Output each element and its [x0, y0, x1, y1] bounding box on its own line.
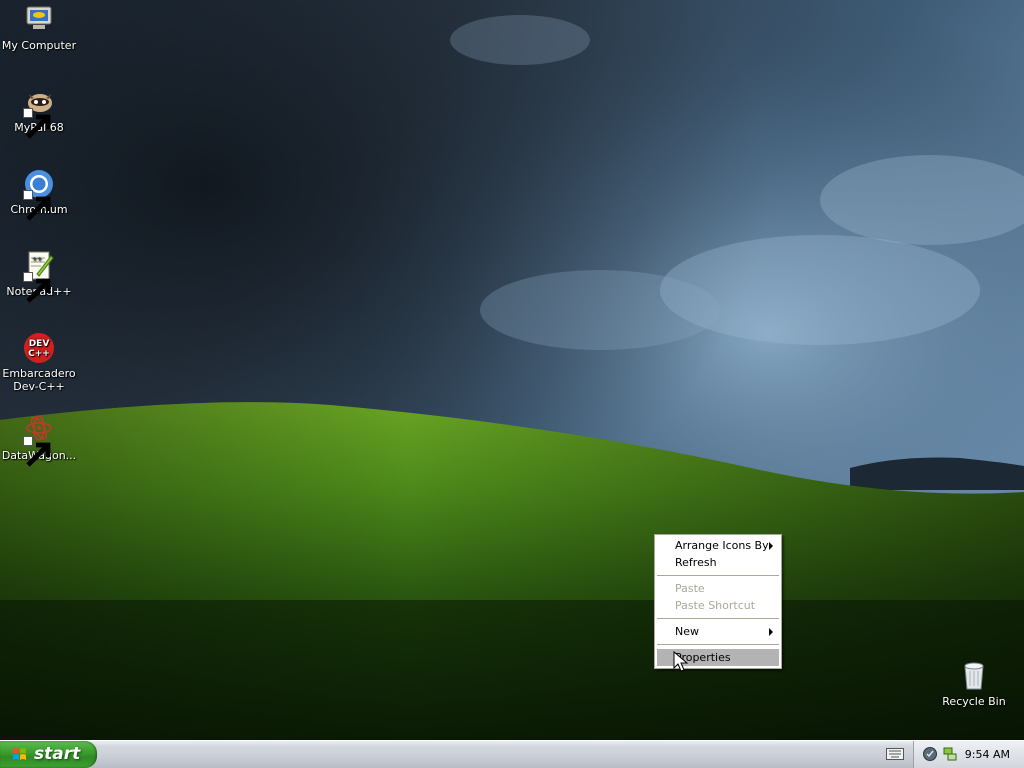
- svg-text:DEV: DEV: [29, 339, 50, 349]
- shortcut-arrow-icon: [23, 190, 51, 221]
- taskbar: start 9:54 AM: [0, 740, 1024, 768]
- chromium-icon: [23, 168, 55, 221]
- menu-separator: [657, 618, 779, 619]
- desktop-icon-label: My Computer: [1, 39, 77, 52]
- mouse-cursor-icon: [673, 650, 689, 672]
- keyboard-icon[interactable]: [886, 748, 904, 760]
- devcpp-icon: DEV C++: [23, 332, 55, 364]
- system-tray: 9:54 AM: [913, 741, 1024, 768]
- network-icon[interactable]: [942, 746, 958, 762]
- menu-item-paste-shortcut[interactable]: Paste Shortcut: [657, 597, 779, 614]
- start-label: start: [34, 744, 81, 764]
- menu-item-label: Paste Shortcut: [675, 599, 756, 612]
- desktop-icon-chromium[interactable]: Chromium: [0, 168, 78, 221]
- submenu-arrow-icon: [769, 542, 773, 550]
- submenu-arrow-icon: [769, 628, 773, 636]
- desktop-icon-notepadpp[interactable]: ++ Notepad++: [0, 250, 78, 303]
- menu-item-label: Refresh: [675, 556, 717, 569]
- security-shield-icon[interactable]: [922, 746, 938, 762]
- start-button[interactable]: start: [0, 741, 97, 768]
- svg-text:++: ++: [32, 256, 42, 263]
- shortcut-arrow-icon: [23, 436, 51, 467]
- svg-text:C++: C++: [28, 349, 50, 359]
- desktop-icon-devcpp[interactable]: DEV C++ Embarcadero Dev-C++: [0, 332, 78, 393]
- mypal-icon: [23, 86, 55, 139]
- shortcut-arrow-icon: [23, 272, 51, 303]
- desktop-icon-recycle-bin[interactable]: Recycle Bin: [935, 660, 1013, 708]
- desktop-icon-mypal[interactable]: MyPal 68: [0, 86, 78, 139]
- menu-item-refresh[interactable]: Refresh: [657, 554, 779, 571]
- menu-separator: [657, 575, 779, 576]
- datawagon-icon: [23, 414, 55, 467]
- desktop-icon-datawagon[interactable]: DataWagon...: [0, 414, 78, 467]
- menu-item-arrange-icons-by[interactable]: Arrange Icons By: [657, 537, 779, 554]
- desktop-icon-label: Embarcadero Dev-C++: [2, 367, 76, 393]
- desktop[interactable]: My Computer MyPal 68 Chromium ++ Notepad…: [0, 0, 1024, 740]
- menu-item-new[interactable]: New: [657, 623, 779, 640]
- menu-item-label: Arrange Icons By: [675, 539, 769, 552]
- shortcut-arrow-icon: [23, 108, 51, 139]
- menu-item-paste[interactable]: Paste: [657, 580, 779, 597]
- menu-item-label: New: [675, 625, 699, 638]
- desktop-icon-label: Recycle Bin: [942, 695, 1006, 708]
- recycle-bin-icon: [958, 660, 990, 692]
- notepadpp-icon: ++: [23, 250, 55, 303]
- wallpaper: [0, 0, 1024, 740]
- windows-logo-icon: [13, 748, 26, 760]
- my-computer-icon: [23, 4, 55, 36]
- desktop-icon-my-computer[interactable]: My Computer: [0, 4, 78, 52]
- menu-separator: [657, 644, 779, 645]
- clock[interactable]: 9:54 AM: [965, 741, 1010, 768]
- menu-item-label: Paste: [675, 582, 705, 595]
- desktop-context-menu: Arrange Icons By Refresh Paste Paste Sho…: [654, 534, 782, 669]
